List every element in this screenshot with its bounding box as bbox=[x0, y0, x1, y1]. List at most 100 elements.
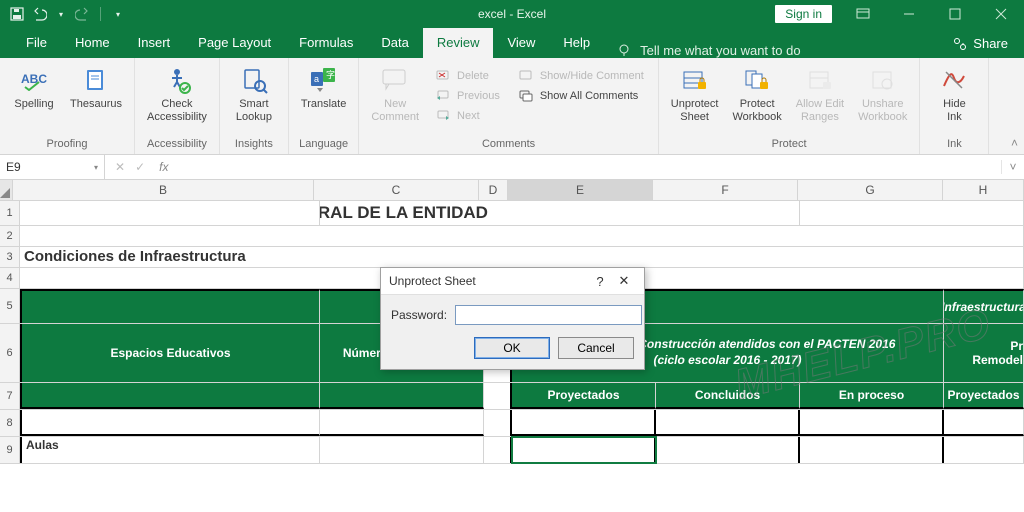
row-header-3[interactable]: 3 bbox=[0, 247, 20, 268]
tab-home[interactable]: Home bbox=[61, 28, 124, 58]
group-ink: Hide Ink Ink bbox=[920, 58, 989, 154]
name-box[interactable]: E9▾ bbox=[0, 155, 105, 179]
ribbon-tabs: FileHomeInsertPage LayoutFormulasDataRev… bbox=[0, 28, 1024, 58]
group-proofing: ABCSpelling Thesaurus Proofing bbox=[0, 58, 135, 154]
tell-me-label: Tell me what you want to do bbox=[640, 43, 800, 58]
signin-button[interactable]: Sign in bbox=[775, 5, 832, 23]
quick-access-toolbar: ▾ ▾ bbox=[0, 5, 127, 23]
ribbon: ABCSpelling Thesaurus Proofing Check Acc… bbox=[0, 58, 1024, 155]
col-header-D[interactable]: D bbox=[479, 180, 508, 200]
group-label: Language bbox=[299, 138, 348, 152]
row-header-5[interactable]: 5 bbox=[0, 289, 20, 324]
hdr-proyectados2: Proyectados bbox=[944, 383, 1024, 409]
spelling-button[interactable]: ABCSpelling bbox=[8, 62, 60, 113]
row-header-2[interactable]: 2 bbox=[0, 226, 20, 247]
row-header-7[interactable]: 7 bbox=[0, 383, 20, 410]
group-insights: Smart Lookup Insights bbox=[220, 58, 289, 154]
title-bar: ▾ ▾ excel - Excel Sign in bbox=[0, 0, 1024, 28]
help-icon[interactable]: ? bbox=[588, 274, 612, 289]
maximize-icon[interactable] bbox=[932, 0, 978, 28]
tab-file[interactable]: File bbox=[12, 28, 61, 58]
redo-icon[interactable] bbox=[74, 5, 92, 23]
sheet-subtitle: Condiciones de Infraestructura bbox=[20, 247, 1024, 267]
tell-me[interactable]: Tell me what you want to do bbox=[604, 42, 812, 58]
col-header-B[interactable]: B bbox=[13, 180, 314, 200]
dialog-title: Unprotect Sheet bbox=[389, 274, 476, 288]
tab-page-layout[interactable]: Page Layout bbox=[184, 28, 285, 58]
hide-ink-button[interactable]: Hide Ink bbox=[928, 62, 980, 126]
select-all-corner[interactable] bbox=[0, 180, 13, 200]
tab-help[interactable]: Help bbox=[549, 28, 604, 58]
undo-dropdown-icon[interactable]: ▾ bbox=[52, 5, 70, 23]
cancel-formula-icon: ✕ bbox=[115, 160, 125, 174]
share-label: Share bbox=[973, 36, 1008, 51]
group-accessibility: Check Accessibility Accessibility bbox=[135, 58, 220, 154]
hdr-ciclo: (ciclo escolar 2016 - 2017) bbox=[653, 353, 801, 369]
col-header-C[interactable]: C bbox=[314, 180, 479, 200]
row-header-6[interactable]: 6 bbox=[0, 324, 20, 383]
group-label: Accessibility bbox=[147, 138, 207, 152]
password-input[interactable] bbox=[455, 305, 642, 325]
chevron-down-icon[interactable]: ▾ bbox=[94, 163, 98, 172]
selected-cell[interactable] bbox=[512, 437, 656, 463]
hdr-enproceso: En proceso bbox=[800, 383, 944, 409]
share-icon bbox=[953, 37, 967, 51]
unshare-workbook-button: Unshare Workbook bbox=[854, 62, 911, 126]
ribbon-display-icon[interactable] bbox=[840, 0, 886, 28]
check-accessibility-button[interactable]: Check Accessibility bbox=[143, 62, 211, 126]
cancel-button[interactable]: Cancel bbox=[558, 337, 634, 359]
hdr-concluidos: Concluidos bbox=[656, 383, 800, 409]
row-header-8[interactable]: 8 bbox=[0, 410, 20, 437]
row-header-9[interactable]: 9 bbox=[0, 437, 20, 464]
minimize-icon[interactable] bbox=[886, 0, 932, 28]
delete-comment-button: Delete bbox=[429, 66, 506, 86]
close-icon[interactable] bbox=[978, 0, 1024, 28]
close-icon[interactable]: ✕ bbox=[612, 273, 636, 289]
group-protect: Unprotect Sheet Protect Workbook Allow E… bbox=[659, 58, 921, 154]
tab-data[interactable]: Data bbox=[367, 28, 422, 58]
unprotect-dialog: Unprotect Sheet ? ✕ Password: OK Cancel bbox=[380, 267, 645, 370]
tab-formulas[interactable]: Formulas bbox=[285, 28, 367, 58]
next-comment-button: Next bbox=[429, 106, 506, 126]
hdr-proyectados: Proyectados bbox=[512, 383, 656, 409]
ok-button[interactable]: OK bbox=[474, 337, 550, 359]
group-label: Proofing bbox=[47, 138, 88, 152]
tab-review[interactable]: Review bbox=[423, 28, 494, 58]
bulb-icon bbox=[616, 42, 632, 58]
hdr-espacios: Espacios Educativos bbox=[20, 324, 320, 382]
undo-icon[interactable] bbox=[30, 5, 48, 23]
svg-text:a: a bbox=[314, 74, 319, 84]
group-comments: New Comment Delete Previous Next Show/Hi… bbox=[359, 58, 658, 154]
column-headers: BCDEFGH bbox=[0, 180, 1024, 201]
thesaurus-button[interactable]: Thesaurus bbox=[66, 62, 126, 113]
qat-customize-icon[interactable]: ▾ bbox=[109, 5, 127, 23]
row-header-1[interactable]: 1 bbox=[0, 201, 20, 226]
group-label: Protect bbox=[772, 138, 807, 152]
fx-icon[interactable]: fx bbox=[155, 160, 172, 174]
col-header-E[interactable]: E bbox=[508, 180, 653, 200]
expand-formula-icon[interactable]: ˅ bbox=[1001, 160, 1024, 174]
protect-workbook-button[interactable]: Protect Workbook bbox=[728, 62, 785, 126]
hdr-infra: Infraestructura bbox=[944, 289, 1024, 323]
save-icon[interactable] bbox=[8, 5, 26, 23]
cell-aulas: Aulas bbox=[20, 437, 320, 463]
col-header-G[interactable]: G bbox=[798, 180, 943, 200]
group-language: a字Translate Language bbox=[289, 58, 359, 154]
unprotect-sheet-button[interactable]: Unprotect Sheet bbox=[667, 62, 723, 126]
row-header-4[interactable]: 4 bbox=[0, 268, 20, 289]
smart-lookup-button[interactable]: Smart Lookup bbox=[228, 62, 280, 126]
col-header-H[interactable]: H bbox=[943, 180, 1024, 200]
hdr-remodel: Remodel bbox=[972, 353, 1023, 367]
sheet-title: RESUMEN GENERAL DE LA ENTIDAD bbox=[320, 202, 488, 224]
tab-view[interactable]: View bbox=[493, 28, 549, 58]
tab-insert[interactable]: Insert bbox=[124, 28, 185, 58]
app-window: ▾ ▾ excel - Excel Sign in FileHomeInsert… bbox=[0, 0, 1024, 512]
formula-input[interactable] bbox=[182, 155, 1001, 179]
col-header-F[interactable]: F bbox=[653, 180, 798, 200]
translate-button[interactable]: a字Translate bbox=[297, 62, 350, 113]
group-label: Insights bbox=[235, 138, 273, 152]
row-headers: 123456789 bbox=[0, 201, 20, 464]
collapse-ribbon-icon[interactable]: ˄ bbox=[1011, 136, 1018, 150]
show-all-comments-button[interactable]: Show All Comments bbox=[512, 86, 650, 106]
share-button[interactable]: Share bbox=[937, 29, 1024, 58]
